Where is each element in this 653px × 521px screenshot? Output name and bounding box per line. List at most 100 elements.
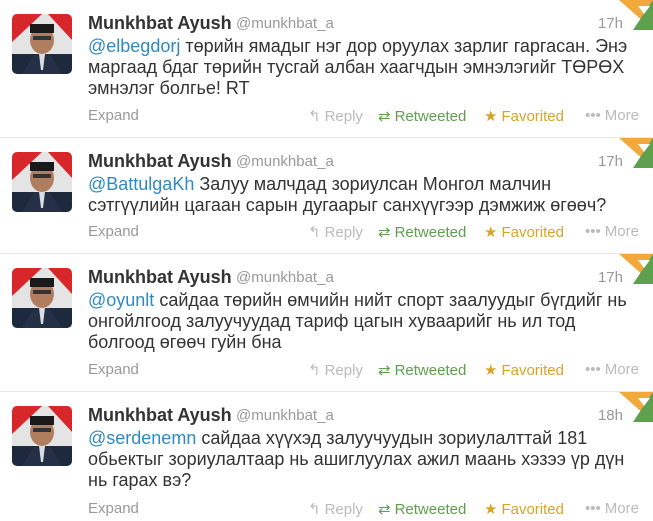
tweet-line: Залуу малчдад зориулсан Монгол малчин bbox=[194, 174, 552, 194]
reply-arrow-icon: ↰ bbox=[308, 108, 321, 125]
more-label: More bbox=[604, 223, 639, 240]
retweet-label: Retweeted bbox=[394, 224, 467, 241]
tweet-line: сайдаа хүүхэд залуучуудын зориулалттай 1… bbox=[196, 428, 588, 448]
retweet-favorite-corner-icon bbox=[619, 138, 653, 168]
tweet[interactable]: Munkhbat Ayush @munkhbat_a 17h @Battulga… bbox=[0, 138, 653, 254]
more-label: More bbox=[604, 500, 639, 517]
retweet-icon: ⇄ bbox=[378, 501, 391, 518]
mention-link[interactable]: @elbegdorj bbox=[88, 36, 180, 56]
retweet-button[interactable]: ⇄ Retweeted bbox=[378, 361, 466, 379]
reply-arrow-icon: ↰ bbox=[308, 362, 321, 379]
avatar[interactable] bbox=[12, 152, 72, 212]
retweet-label: Retweeted bbox=[394, 362, 467, 379]
retweet-icon: ⇄ bbox=[378, 362, 391, 379]
tweet-line: төрийн ямадыг нэг дор оруулах зарлиг гар… bbox=[180, 36, 628, 56]
author-handle[interactable]: @munkhbat_a bbox=[236, 15, 334, 32]
avatar[interactable] bbox=[12, 268, 72, 328]
tweet-line: болгоод өгөөч гуйн бна bbox=[88, 332, 282, 352]
tweet-actions: Expand ↰ Reply ⇄ Retweeted ★ Favorited ••• M… bbox=[88, 107, 639, 127]
retweet-favorite-corner-icon bbox=[619, 392, 653, 422]
tweet[interactable]: Munkhbat Ayush @munkhbat_a 18h @serdenem… bbox=[0, 392, 653, 521]
tweet-line: маргаад бдаг төрийн тусгай албан хаагчды… bbox=[88, 57, 625, 77]
author-name[interactable]: Munkhbat Ayush bbox=[88, 267, 232, 288]
retweet-icon: ⇄ bbox=[378, 108, 391, 125]
tweet-timeline: Munkhbat Ayush @munkhbat_a 17h @elbegdor… bbox=[0, 0, 653, 521]
retweet-favorite-corner-icon bbox=[619, 254, 653, 284]
reply-button[interactable]: ↰ Reply bbox=[308, 500, 363, 518]
expand-link[interactable]: Expand bbox=[88, 107, 139, 124]
reply-label: Reply bbox=[324, 108, 363, 125]
avatar-image bbox=[12, 268, 72, 328]
reply-button[interactable]: ↰ Reply bbox=[308, 223, 363, 241]
favorite-button[interactable]: ★ Favorited bbox=[484, 361, 564, 379]
tweet-actions: Expand ↰ Reply ⇄ Retweeted ★ Favorited ••• M… bbox=[88, 361, 639, 381]
tweet-text: @oyunlt сайдаа төрийн өмчийн нийт спорт … bbox=[88, 290, 637, 353]
retweet-button[interactable]: ⇄ Retweeted bbox=[378, 223, 466, 241]
more-button[interactable]: ••• More bbox=[585, 107, 639, 124]
tweet-header: Munkhbat Ayush @munkhbat_a 17h bbox=[88, 146, 623, 172]
star-icon: ★ bbox=[484, 501, 498, 518]
mention-link[interactable]: @BattulgaKh bbox=[88, 174, 194, 194]
reply-arrow-icon: ↰ bbox=[308, 501, 321, 518]
tweet-text: @BattulgaKh Залуу малчдад зориулсан Монг… bbox=[88, 174, 637, 216]
tweet-text: @serdenemn сайдаа хүүхэд залуучуудын зор… bbox=[88, 428, 637, 491]
expand-link[interactable]: Expand bbox=[88, 361, 139, 378]
retweet-favorite-corner-icon bbox=[619, 0, 653, 30]
avatar-image bbox=[12, 406, 72, 466]
reply-button[interactable]: ↰ Reply bbox=[308, 361, 363, 379]
tweet[interactable]: Munkhbat Ayush @munkhbat_a 17h @elbegdor… bbox=[0, 0, 653, 138]
reply-arrow-icon: ↰ bbox=[308, 224, 321, 241]
reply-button[interactable]: ↰ Reply bbox=[308, 107, 363, 125]
reply-label: Reply bbox=[324, 501, 363, 518]
favorite-label: Favorited bbox=[501, 108, 564, 125]
tweet-actions: Expand ↰ Reply ⇄ Retweeted ★ Favorited ••• M… bbox=[88, 223, 639, 243]
favorite-button[interactable]: ★ Favorited bbox=[484, 107, 564, 125]
author-name[interactable]: Munkhbat Ayush bbox=[88, 151, 232, 172]
star-icon: ★ bbox=[484, 108, 498, 125]
star-icon: ★ bbox=[484, 362, 498, 379]
tweet-header: Munkhbat Ayush @munkhbat_a 18h bbox=[88, 400, 623, 426]
tweet-actions: Expand ↰ Reply ⇄ Retweeted ★ Favorited ••• M… bbox=[88, 500, 639, 520]
tweet-text: @elbegdorj төрийн ямадыг нэг дор оруулах… bbox=[88, 36, 637, 99]
retweet-button[interactable]: ⇄ Retweeted bbox=[378, 500, 466, 518]
dots-icon: ••• bbox=[585, 361, 601, 378]
tweet[interactable]: Munkhbat Ayush @munkhbat_a 17h @oyunlt с… bbox=[0, 254, 653, 392]
more-button[interactable]: ••• More bbox=[585, 500, 639, 517]
tweet-line: обьектыг зориулалтаар нь ашиглуулах ажил… bbox=[88, 449, 625, 469]
tweet-line: эмнэлэг болгье! RT bbox=[88, 78, 250, 98]
mention-link[interactable]: @serdenemn bbox=[88, 428, 196, 448]
tweet-header: Munkhbat Ayush @munkhbat_a 17h bbox=[88, 262, 623, 288]
reply-label: Reply bbox=[324, 362, 363, 379]
favorite-button[interactable]: ★ Favorited bbox=[484, 500, 564, 518]
author-name[interactable]: Munkhbat Ayush bbox=[88, 405, 232, 426]
tweet-header: Munkhbat Ayush @munkhbat_a 17h bbox=[88, 8, 623, 34]
retweet-label: Retweeted bbox=[394, 108, 467, 125]
dots-icon: ••• bbox=[585, 500, 601, 517]
mention-link[interactable]: @oyunlt bbox=[88, 290, 154, 310]
avatar[interactable] bbox=[12, 14, 72, 74]
more-button[interactable]: ••• More bbox=[585, 223, 639, 240]
favorite-button[interactable]: ★ Favorited bbox=[484, 223, 564, 241]
retweet-label: Retweeted bbox=[394, 501, 467, 518]
favorite-label: Favorited bbox=[501, 362, 564, 379]
expand-link[interactable]: Expand bbox=[88, 223, 139, 240]
more-button[interactable]: ••• More bbox=[585, 361, 639, 378]
tweet-line: сэтгүүлийн цагаан сарын дугаарыг санхүүг… bbox=[88, 195, 607, 215]
star-icon: ★ bbox=[484, 224, 498, 241]
expand-link[interactable]: Expand bbox=[88, 500, 139, 517]
avatar-image bbox=[12, 14, 72, 74]
more-label: More bbox=[604, 107, 639, 124]
author-handle[interactable]: @munkhbat_a bbox=[236, 153, 334, 170]
tweet-line: онгойлгоод залуучуудад тариф цагын хуваа… bbox=[88, 311, 576, 331]
favorite-label: Favorited bbox=[501, 501, 564, 518]
avatar[interactable] bbox=[12, 406, 72, 466]
author-handle[interactable]: @munkhbat_a bbox=[236, 269, 334, 286]
avatar-image bbox=[12, 152, 72, 212]
reply-label: Reply bbox=[324, 224, 363, 241]
retweet-button[interactable]: ⇄ Retweeted bbox=[378, 107, 466, 125]
retweet-icon: ⇄ bbox=[378, 224, 391, 241]
author-name[interactable]: Munkhbat Ayush bbox=[88, 13, 232, 34]
tweet-line: сайдаа төрийн өмчийн нийт спорт заалууды… bbox=[154, 290, 627, 310]
favorite-label: Favorited bbox=[501, 224, 564, 241]
author-handle[interactable]: @munkhbat_a bbox=[236, 407, 334, 424]
